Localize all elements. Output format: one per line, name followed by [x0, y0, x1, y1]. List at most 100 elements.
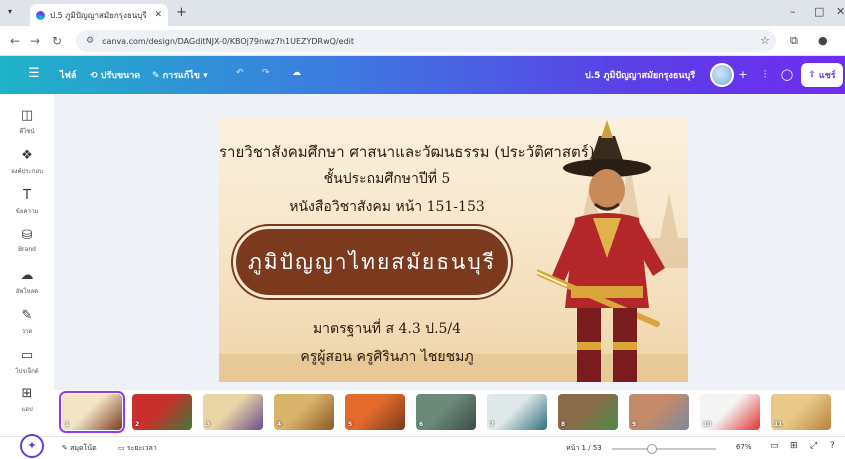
sidebar-item-label: วาด	[21, 328, 33, 335]
sidebar-item-design[interactable]: ◫ ดีไซน์	[0, 108, 54, 136]
site-info-icon[interactable]: ⚙	[86, 36, 94, 46]
profile-icon[interactable]: ●	[818, 34, 828, 47]
slide-standard-line: มาตรฐานที่ ส 4.3 ป.5/4	[312, 321, 462, 337]
page-thumbnail[interactable]: 4	[274, 394, 334, 430]
page-thumbnail[interactable]: 9	[629, 394, 689, 430]
canva-toolbar: ☰ ไฟล์ ⟲ ปรับขนาด ✎ การแก้ไข ▾ ↶ ↷ ☁ ป.5…	[0, 56, 845, 94]
sidebar-item-label: ดีไซน์	[19, 128, 35, 135]
page-thumbnail[interactable]: 7	[487, 394, 547, 430]
sidebar-item-uploads[interactable]: ☁ อัพโหลด	[0, 268, 54, 296]
page-view-icon[interactable]: ▭	[770, 441, 779, 451]
resize-label: ปรับขนาด	[100, 71, 141, 81]
page-indicator[interactable]: หน้า 1 / 53	[566, 443, 602, 454]
apps-icon: ⊞	[21, 386, 33, 401]
king-taksin-illustration	[537, 120, 665, 382]
timer-label: ระยะเวลา	[126, 444, 157, 452]
sidebar-item-label: อัพโหลด	[15, 288, 39, 295]
page-thumbnail[interactable]: 1	[59, 391, 125, 433]
slide-subject-line: รายวิชาสังคมศึกษา ศาสนาและวัฒนธรรม (ประว…	[219, 143, 595, 161]
timer-button[interactable]: ▭ ระยะเวลา	[118, 443, 157, 454]
edit-mode-button[interactable]: ✎ การแก้ไข ▾	[152, 68, 208, 82]
reload-icon[interactable]: ↻	[52, 34, 62, 48]
grid-view-icon[interactable]: ⊞	[790, 441, 798, 451]
tab-close-icon[interactable]: ✕	[154, 10, 162, 20]
page-number: 2	[135, 421, 140, 428]
page-number: 1	[65, 421, 70, 428]
forward-icon[interactable]: →	[30, 34, 40, 48]
page-number: 11	[774, 421, 783, 428]
edit-label: การแก้ไข	[162, 71, 200, 81]
menu-icon[interactable]: ☰	[28, 66, 40, 81]
comments-icon[interactable]: ◯	[778, 66, 796, 84]
editor-footer: ✎ สมุดโน้ต ▭ ระยะเวลา หน้า 1 / 53 67% ▭ …	[0, 436, 845, 459]
slide-main-title: ภูมิปัญญาไทยสมัยธนบุรี	[233, 226, 511, 298]
left-sidebar: ◫ ดีไซน์ ❖ องค์ประกอบ T ข้อความ ⛁ Brand …	[0, 94, 54, 459]
zoom-slider-handle[interactable]	[646, 444, 657, 454]
share-label: แชร์	[818, 71, 836, 81]
page-number: 3	[206, 421, 211, 428]
page-number: 4	[277, 421, 282, 428]
help-icon[interactable]: ?	[830, 441, 835, 451]
sidebar-item-draw[interactable]: ✎ วาด	[0, 308, 54, 336]
page-number: 5	[348, 421, 353, 428]
file-menu[interactable]: ไฟล์	[60, 68, 76, 82]
sidebar-item-elements[interactable]: ❖ องค์ประกอบ	[0, 148, 54, 176]
page-thumbnail[interactable]: 8	[558, 394, 618, 430]
notes-label: สมุดโน้ต	[70, 444, 97, 452]
page-number: 8	[561, 421, 566, 428]
insights-icon[interactable]: ⫶	[756, 66, 774, 84]
resize-button[interactable]: ⟲ ปรับขนาด	[90, 68, 140, 82]
brand-icon: ⛁	[21, 228, 33, 243]
notes-button[interactable]: ✎ สมุดโน้ต	[62, 443, 97, 454]
page-thumbnail[interactable]: 6	[416, 394, 476, 430]
fullscreen-icon[interactable]: ⤢	[810, 441, 817, 451]
sidebar-item-label: โปรเจ็กต์	[15, 368, 39, 375]
add-collaborator-icon[interactable]: +	[734, 66, 752, 84]
zoom-level[interactable]: 67%	[736, 443, 752, 451]
sidebar-item-label: ข้อความ	[15, 208, 39, 215]
url-text: canva.com/design/DAGditNJX-0/KBOj79nwz7h…	[102, 36, 354, 46]
url-field[interactable]: ⚙ canva.com/design/DAGditNJX-0/KBOj79nwz…	[76, 30, 776, 52]
sidebar-item-brand[interactable]: ⛁ Brand	[0, 228, 54, 253]
template-icon: ◫	[20, 108, 34, 123]
sidebar-item-apps[interactable]: ⊞ แอป	[0, 386, 54, 414]
browser-tab-strip: ▾ ป.5 ภูมิปัญญาสมัยกรุงธนบุรี - การนำ ✕ …	[0, 0, 845, 26]
redo-icon[interactable]: ↷	[262, 68, 270, 78]
page-number: 9	[632, 421, 637, 428]
extensions-icon[interactable]: ⧉	[790, 34, 798, 48]
design-title[interactable]: ป.5 ภูมิปัญญาสมัยกรุงธนบุรี	[585, 68, 695, 82]
tab-search-icon[interactable]: ▾	[8, 7, 12, 16]
close-window-button[interactable]: ✕	[836, 5, 845, 18]
slide-grade-line: ชั้นประถมศึกษาปีที่ 5	[323, 171, 451, 187]
slide-canvas[interactable]: รายวิชาสังคมศึกษา ศาสนาและวัฒนธรรม (ประว…	[219, 118, 688, 382]
tab-title: ป.5 ภูมิปัญญาสมัยกรุงธนบุรี - การนำ	[50, 10, 149, 20]
new-tab-button[interactable]: +	[176, 5, 187, 20]
back-icon[interactable]: ←	[10, 34, 20, 48]
browser-tab[interactable]: ป.5 ภูมิปัญญาสมัยกรุงธนบุรี - การนำ ✕	[30, 4, 168, 26]
minimize-button[interactable]: –	[790, 5, 796, 18]
slide-teacher-line: ครูผู้สอน ครูศิรินภา ไชยชมภู	[300, 349, 474, 365]
sidebar-item-label: แอป	[21, 406, 33, 413]
maximize-button[interactable]: □	[814, 5, 824, 18]
sidebar-item-text[interactable]: T ข้อความ	[0, 188, 54, 216]
bookmark-star-icon[interactable]: ☆	[760, 34, 770, 47]
projects-icon: ▭	[20, 348, 34, 363]
draw-icon: ✎	[21, 308, 33, 323]
page-thumbnail[interactable]: 3	[203, 394, 263, 430]
zoom-slider[interactable]	[612, 448, 716, 450]
avatar[interactable]	[710, 63, 734, 87]
magic-assistant-icon[interactable]: ✦	[20, 434, 44, 458]
cloud-save-icon[interactable]: ☁	[292, 68, 301, 78]
slide-book-line: หนังสือวิชาสังคม หน้า 151-153	[289, 199, 485, 215]
page-number: 7	[490, 421, 495, 428]
page-thumbnail[interactable]: 5	[345, 394, 405, 430]
undo-icon[interactable]: ↶	[236, 68, 244, 78]
uploads-icon: ☁	[20, 268, 34, 283]
page-thumbnail[interactable]: 2	[132, 394, 192, 430]
page-number: 6	[419, 421, 424, 428]
page-thumbnails: 1 2 3 4 5 6 7 8 9 10 11	[54, 390, 845, 436]
sidebar-item-projects[interactable]: ▭ โปรเจ็กต์	[0, 348, 54, 376]
page-thumbnail[interactable]: 11	[771, 394, 831, 430]
page-thumbnail[interactable]: 10	[700, 394, 760, 430]
share-button[interactable]: ⇪ แชร์	[801, 63, 843, 87]
